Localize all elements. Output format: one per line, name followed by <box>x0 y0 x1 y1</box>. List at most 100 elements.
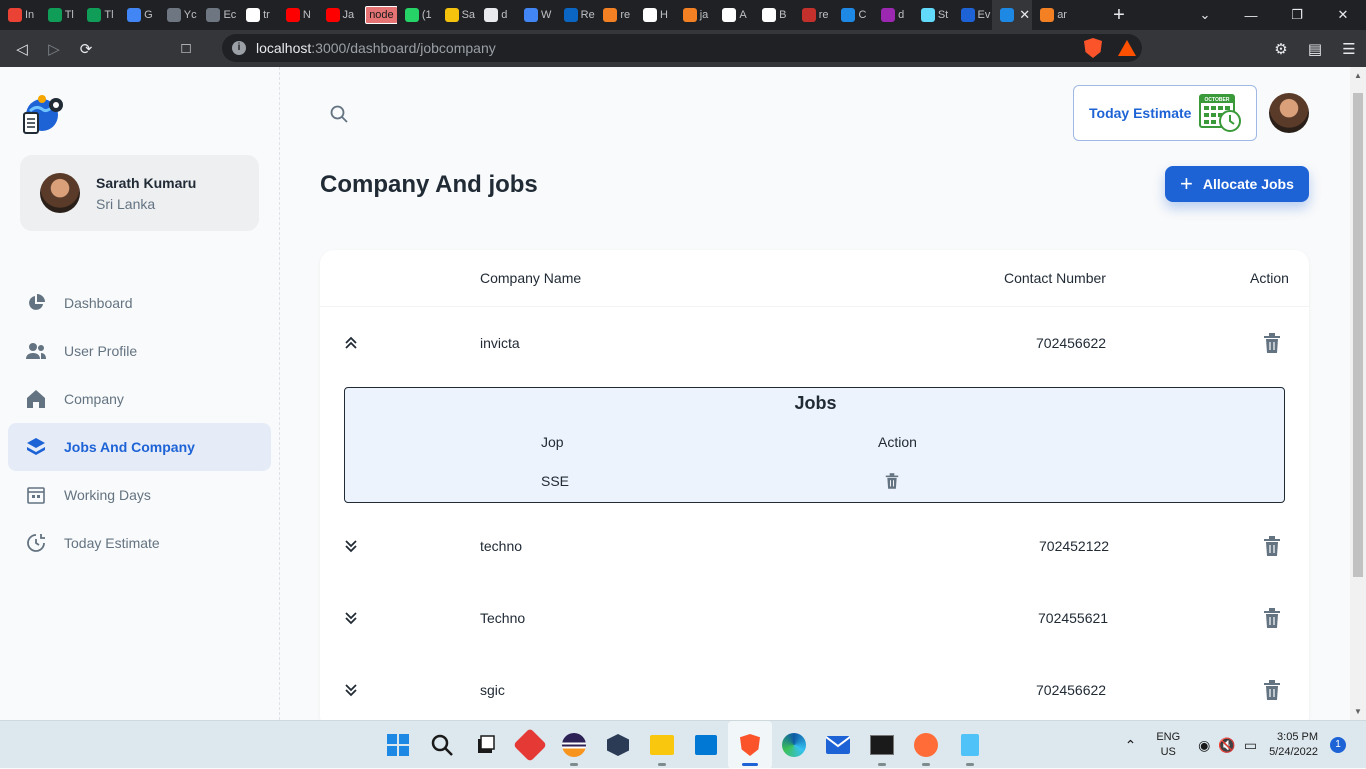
wifi-icon[interactable]: ◉ <box>1198 737 1210 754</box>
search-icon[interactable] <box>330 105 348 123</box>
browser-tab[interactable]: A <box>714 0 754 30</box>
task-view-icon[interactable] <box>464 721 508 769</box>
tab-search-icon[interactable]: ⌄ <box>1182 7 1228 23</box>
app-icon[interactable] <box>508 721 552 769</box>
new-tab-button[interactable]: + <box>1104 4 1134 27</box>
tab-favicon-icon <box>603 8 618 22</box>
extensions-icon[interactable]: ⚙ <box>1264 40 1298 58</box>
browser-tab[interactable]: d <box>476 0 516 30</box>
browser-tab[interactable]: Tl <box>79 0 119 30</box>
browser-tab[interactable]: H <box>635 0 675 30</box>
sidebar-item-label: Dashboard <box>64 295 133 311</box>
file-explorer-icon[interactable] <box>640 721 684 769</box>
browser-tab[interactable]: Tl <box>40 0 80 30</box>
language-indicator[interactable]: ENG US <box>1156 730 1180 760</box>
browser-tab[interactable]: ar <box>1032 0 1072 30</box>
scrollbar-thumb[interactable] <box>1353 93 1363 577</box>
browser-tab[interactable]: St <box>913 0 953 30</box>
sidebar-item-working-days[interactable]: Working Days <box>8 471 271 519</box>
tab-label: re <box>620 9 631 21</box>
chevron-up-icon[interactable] <box>344 336 358 350</box>
trash-icon[interactable] <box>1263 333 1281 353</box>
trash-icon[interactable] <box>1263 608 1281 628</box>
allocate-jobs-button[interactable]: + Allocate Jobs <box>1165 166 1309 202</box>
browser-tab[interactable]: W <box>516 0 556 30</box>
search-icon[interactable] <box>420 721 464 769</box>
browser-tab[interactable]: C <box>833 0 873 30</box>
chevron-down-icon[interactable] <box>344 539 358 553</box>
browser-tab[interactable]: node <box>357 0 397 30</box>
browser-tab[interactable]: re <box>794 0 834 30</box>
close-window-button[interactable]: ✕ <box>1320 7 1366 23</box>
browser-tab[interactable]: Ja <box>318 0 358 30</box>
start-icon[interactable] <box>376 721 420 769</box>
browser-tab[interactable]: Re <box>556 0 596 30</box>
postman-icon[interactable] <box>904 721 948 769</box>
trash-icon[interactable] <box>1263 536 1281 556</box>
browser-tab[interactable]: re <box>595 0 635 30</box>
browser-tab[interactable]: (1 <box>397 0 437 30</box>
system-tray: ⌃ ENG US ◉ 🔇 ▭ 3:05 PM 5/24/2022 1 <box>1125 721 1366 769</box>
browser-tab[interactable]: ja <box>675 0 715 30</box>
browser-tab[interactable]: Ev <box>953 0 993 30</box>
scroll-up-icon[interactable]: ▲ <box>1354 71 1362 80</box>
sidebar-item-company[interactable]: Company <box>8 375 271 423</box>
browser-tab[interactable]: Ec <box>198 0 238 30</box>
today-estimate-button[interactable]: Today Estimate OCTOBER <box>1073 85 1257 141</box>
browser-tab[interactable]: d <box>873 0 913 30</box>
notification-badge[interactable]: 1 <box>1330 737 1346 753</box>
page-scrollbar[interactable]: ▲ ▼ <box>1350 67 1366 720</box>
home-icon <box>26 389 46 409</box>
sidebar-item-today-estimate[interactable]: Today Estimate <box>8 519 271 567</box>
eclipse-icon[interactable] <box>552 721 596 769</box>
app-icon[interactable] <box>596 721 640 769</box>
chevron-up-icon[interactable]: ⌃ <box>1125 737 1137 754</box>
brave-rewards-icon[interactable] <box>1118 40 1136 56</box>
browser-tab[interactable]: ✕ <box>992 0 1033 30</box>
tab-label: node <box>365 6 397 24</box>
notepad-icon[interactable] <box>948 721 992 769</box>
reload-button[interactable]: ⟳ <box>70 40 102 58</box>
terminal-icon[interactable] <box>860 721 904 769</box>
site-info-icon[interactable]: i <box>232 41 246 55</box>
header-avatar[interactable] <box>1269 93 1309 133</box>
app-logo[interactable] <box>22 93 66 137</box>
brave-browser-icon[interactable] <box>728 721 772 769</box>
tab-favicon-icon <box>1000 8 1015 22</box>
address-bar[interactable]: i localhost:3000/dashboard/jobcompany <box>222 34 1142 62</box>
chevron-down-icon[interactable] <box>344 683 358 697</box>
trash-icon[interactable] <box>885 473 899 489</box>
sidebar-item-dashboard[interactable]: Dashboard <box>8 279 271 327</box>
browser-tab[interactable]: B <box>754 0 794 30</box>
browser-tab[interactable]: N <box>278 0 318 30</box>
clock[interactable]: 3:05 PM 5/24/2022 <box>1269 730 1318 760</box>
wallet-icon[interactable]: ▤ <box>1298 40 1332 58</box>
forward-button[interactable]: ▷ <box>38 40 70 58</box>
chevron-down-icon[interactable] <box>344 611 358 625</box>
maximize-button[interactable]: ❐ <box>1274 7 1320 23</box>
url-path: :3000/dashboard/jobcompany <box>311 40 496 56</box>
browser-tab[interactable]: Sa <box>437 0 477 30</box>
col-company-name: Company Name <box>480 270 582 286</box>
sidebar-item-user-profile[interactable]: User Profile <box>8 327 271 375</box>
tab-label: d <box>501 9 508 21</box>
scroll-down-icon[interactable]: ▼ <box>1354 707 1362 716</box>
minimize-button[interactable]: — <box>1228 8 1274 23</box>
browser-tab[interactable]: G <box>119 0 159 30</box>
menu-icon[interactable]: ☰ <box>1332 40 1366 58</box>
trash-icon[interactable] <box>1263 680 1281 700</box>
sidebar-item-jobs-and-company[interactable]: Jobs And Company <box>8 423 271 471</box>
volume-muted-icon[interactable]: 🔇 <box>1218 737 1235 754</box>
close-tab-icon[interactable]: ✕ <box>1019 7 1030 23</box>
mail-icon[interactable] <box>816 721 860 769</box>
browser-tab[interactable]: In <box>0 0 40 30</box>
store-icon[interactable] <box>684 721 728 769</box>
bookmark-icon[interactable]: □ <box>170 40 202 57</box>
browser-tab[interactable]: tr <box>238 0 278 30</box>
browser-tab[interactable]: Yc <box>159 0 199 30</box>
battery-icon[interactable]: ▭ <box>1244 737 1257 754</box>
tab-favicon-icon <box>166 8 181 22</box>
back-button[interactable]: ◁ <box>6 40 38 58</box>
edge-icon[interactable] <box>772 721 816 769</box>
user-card[interactable]: Sarath Kumaru Sri Lanka <box>20 155 259 231</box>
